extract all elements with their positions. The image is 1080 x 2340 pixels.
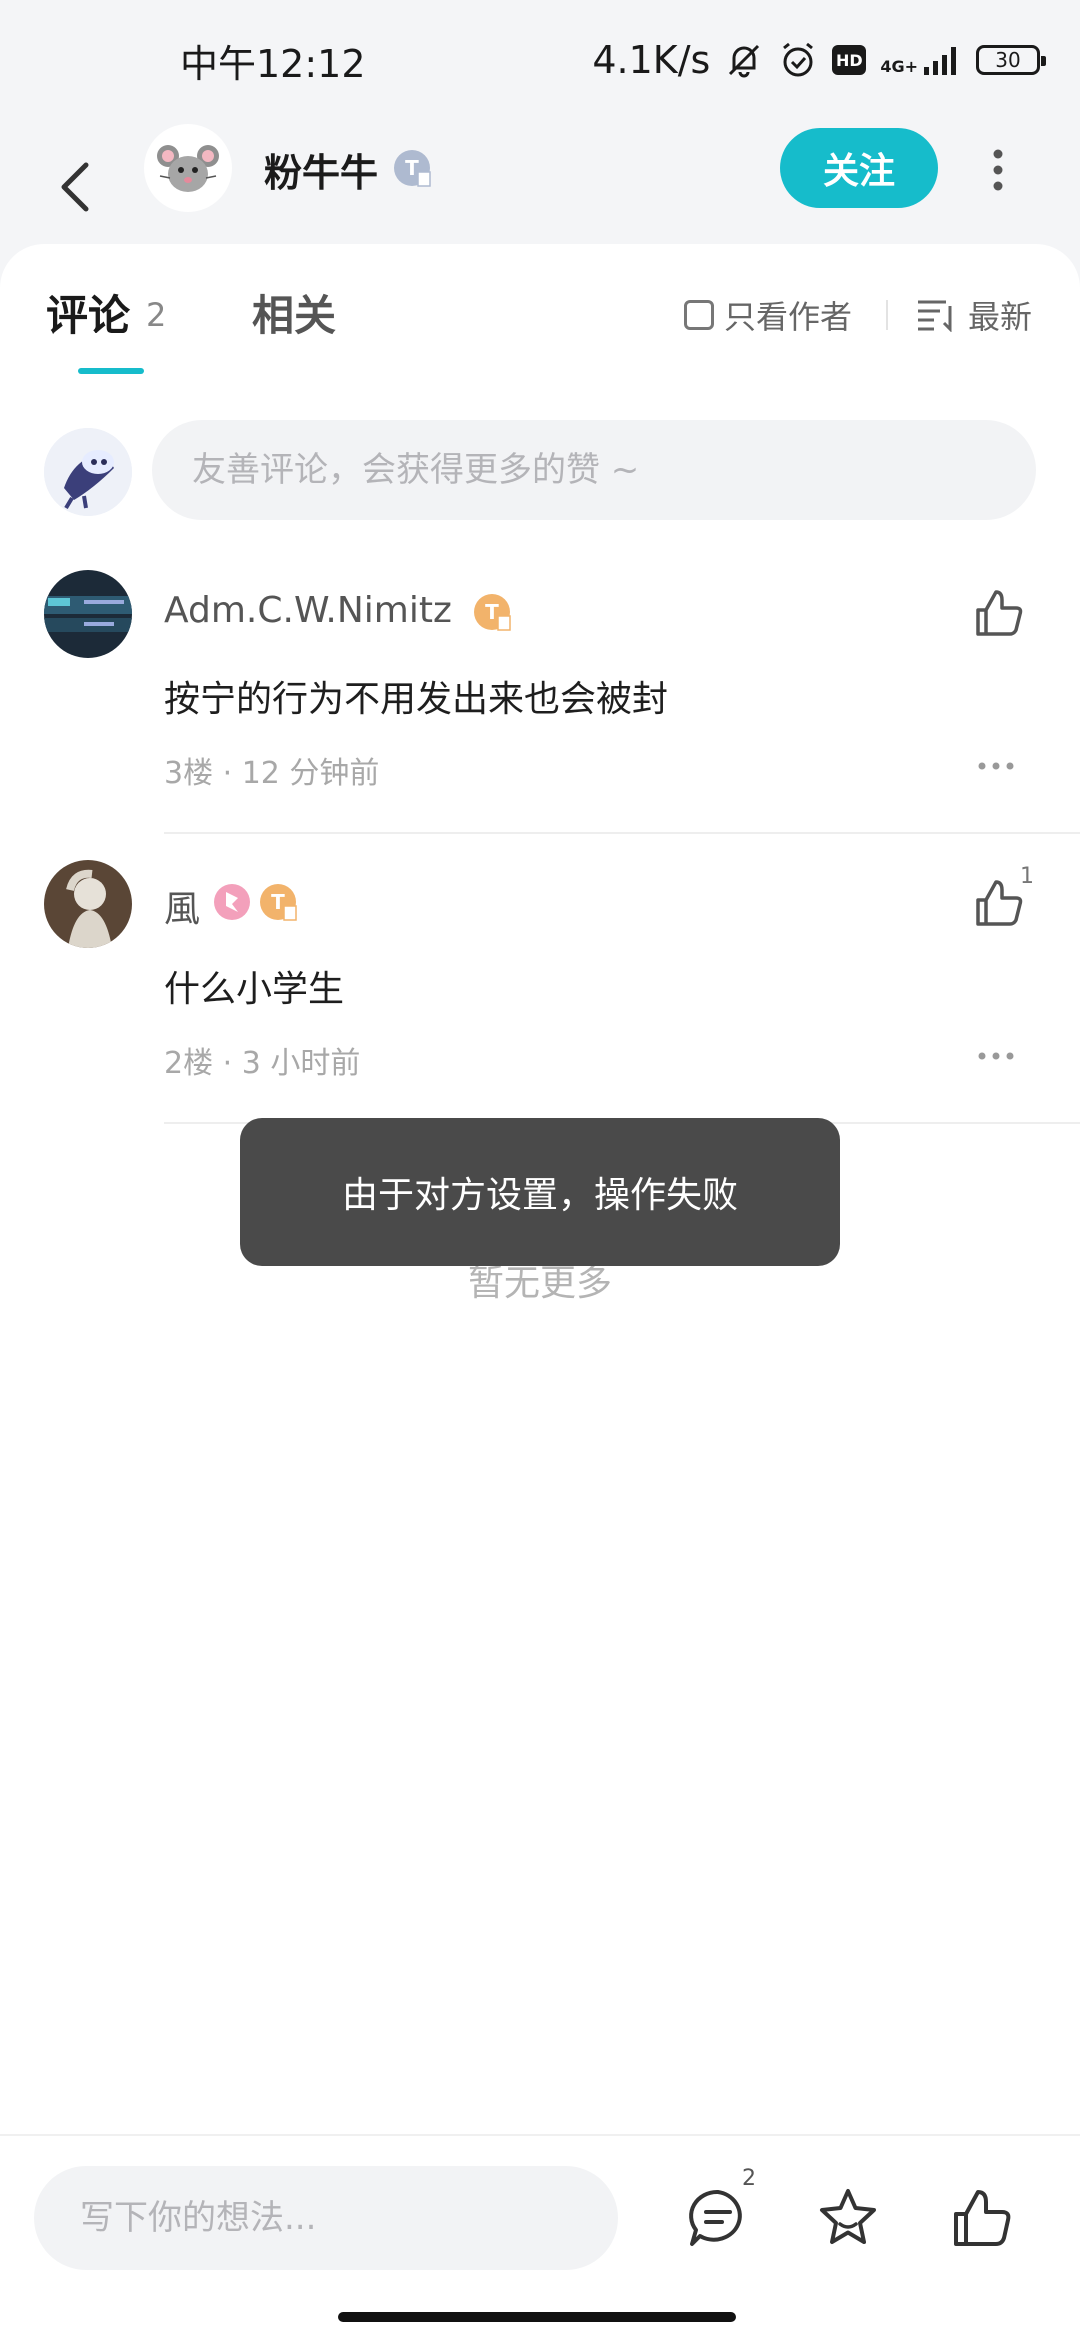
comment-meta: 3楼 · 12 分钟前 — [164, 756, 380, 791]
commenter-avatar[interactable] — [44, 860, 132, 948]
comment-meta: 2楼 · 3 小时前 — [164, 1046, 361, 1081]
hd-icon: HD — [832, 45, 867, 75]
robot-avatar-icon — [44, 428, 132, 516]
game-screenshot-avatar-icon — [44, 570, 132, 658]
tab-comments-count: 2 — [146, 296, 167, 334]
more-button[interactable] — [980, 140, 1016, 200]
my-avatar — [44, 428, 132, 516]
chevron-left-icon — [61, 162, 89, 212]
commenter-badges: T — [472, 592, 512, 632]
author-avatar[interactable] — [144, 124, 232, 212]
comment-text: 按宁的行为不用发出来也会被封 — [164, 679, 669, 720]
status-icons: 4.1K/s HD 4G+ 30 — [592, 38, 1046, 82]
network-type: 4G+ — [880, 57, 918, 76]
level-badge-icon: T — [394, 150, 431, 187]
toast-message: 由于对方设置，操作失败 — [341, 1175, 738, 1216]
thumbs-up-icon[interactable] — [972, 586, 1026, 640]
more-horizontal-icon[interactable] — [976, 1046, 1016, 1066]
status-time: 中午12:12 — [180, 41, 366, 86]
commenter-badges: T — [212, 882, 298, 922]
tab-active-indicator — [78, 368, 144, 374]
commenter-avatar[interactable] — [44, 570, 132, 658]
statue-avatar-icon — [44, 860, 132, 948]
commenter-name[interactable]: 風 — [164, 880, 200, 932]
comment-item: Adm.C.W.Nimitz T 按宁的行为不用发出来也会被封 3楼 · 12 … — [0, 570, 1080, 834]
svg-text:T: T — [485, 600, 499, 624]
commenter-name[interactable]: Adm.C.W.Nimitz — [164, 590, 452, 631]
bottom-bar: 2 — [0, 2134, 1080, 2340]
signal-group: 4G+ — [880, 45, 962, 75]
back-button[interactable] — [50, 142, 100, 232]
level-badge-icon: T — [260, 884, 297, 921]
more-horizontal-icon[interactable] — [976, 756, 1016, 776]
comment-input[interactable] — [152, 420, 1036, 520]
thumbs-up-icon[interactable] — [972, 876, 1026, 930]
sort-icon — [918, 300, 952, 332]
tab-comments[interactable]: 评论 — [46, 282, 130, 343]
error-toast: 由于对方设置，操作失败 — [240, 1118, 840, 1266]
home-indicator — [338, 2312, 736, 2322]
signal-icon — [924, 47, 956, 75]
tab-bar: 评论 2 相关 只看作者 最新 — [0, 244, 1080, 384]
comment-count-badge: 2 — [742, 2166, 756, 2191]
bell-off-icon — [729, 44, 760, 78]
author-only-toggle[interactable]: 只看作者 — [684, 292, 852, 338]
follow-button[interactable]: 关注 — [780, 128, 938, 208]
sort-button[interactable]: 最新 — [916, 292, 1032, 338]
level-badge-icon: T — [474, 594, 511, 631]
comment-icon[interactable] — [686, 2186, 750, 2250]
tab-related[interactable]: 相关 — [252, 282, 336, 343]
more-vertical-icon — [993, 149, 1003, 191]
star-icon[interactable] — [816, 2186, 880, 2250]
svg-text:T: T — [271, 890, 285, 914]
like-count: 1 — [1020, 864, 1034, 889]
thumbs-up-icon[interactable] — [950, 2186, 1014, 2250]
comment-divider — [164, 832, 1080, 834]
mouse-avatar-icon — [157, 145, 219, 192]
alarm-icon — [783, 42, 814, 77]
tab-divider — [886, 300, 888, 330]
top-header: 粉牛牛 T 关注 — [0, 120, 1080, 256]
author-only-label: 只看作者 — [724, 298, 853, 336]
net-speed: 4.1K/s — [592, 38, 711, 82]
comment-item: 風 T 什么小学生 2楼 · 3 小时前 1 — [0, 860, 1080, 1124]
pink-medal-badge-icon — [214, 884, 250, 920]
sort-label: 最新 — [968, 298, 1033, 336]
author-name[interactable]: 粉牛牛 — [264, 142, 378, 197]
reply-input[interactable] — [34, 2166, 618, 2270]
battery-icon: 30 — [976, 45, 1046, 75]
status-bar: 中午12:12 4.1K/s HD 4G+ 30 — [0, 0, 1080, 120]
checkbox-icon — [684, 300, 714, 330]
svg-text:T: T — [405, 156, 419, 180]
comment-text: 什么小学生 — [164, 969, 345, 1010]
battery-level: 30 — [995, 48, 1021, 72]
